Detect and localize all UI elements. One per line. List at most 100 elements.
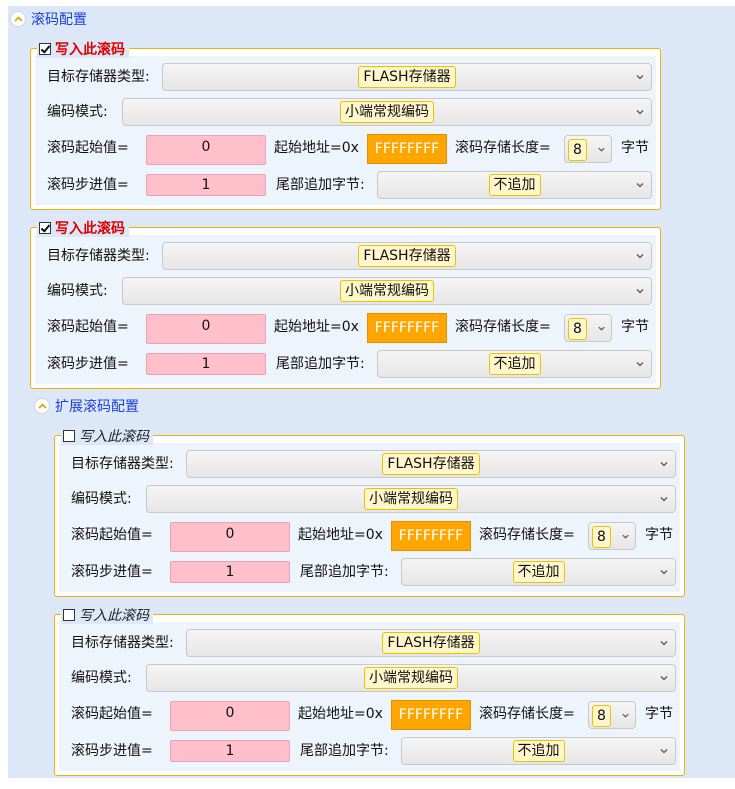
start-value-input[interactable]: 0 xyxy=(170,701,290,731)
start-label: 滚码起始值= xyxy=(47,140,129,156)
target-label: 目标存储器类型: xyxy=(71,456,174,472)
tail-select[interactable]: 不追加 xyxy=(401,737,676,765)
start-value-input[interactable]: 0 xyxy=(146,135,266,165)
tail-label: 尾部追加字节: xyxy=(300,743,389,759)
collapse-up-icon[interactable] xyxy=(10,11,26,27)
addr-label: 起始地址=0x xyxy=(298,527,383,543)
encode-select[interactable]: 小端常规编码 xyxy=(122,277,652,305)
addr-label: 起始地址=0x xyxy=(298,706,383,722)
len-value: 8 xyxy=(568,318,587,340)
rolling-code-group: 写入此滚码 目标存储器类型: FLASH存储器 编码模式: 小端常规编码 滚码起… xyxy=(30,40,661,210)
start-label: 滚码起始值= xyxy=(71,706,153,722)
step-value-input[interactable]: 1 xyxy=(170,740,290,762)
write-code-checkbox[interactable] xyxy=(39,222,51,234)
bytes-label: 字节 xyxy=(621,140,649,156)
start-label: 滚码起始值= xyxy=(71,527,153,543)
rolling-code-group: 写入此滚码 目标存储器类型: FLASH存储器 编码模式: 小端常规编码 滚码起… xyxy=(54,606,685,776)
len-label: 滚码存储长度= xyxy=(479,706,575,722)
start-label: 滚码起始值= xyxy=(47,319,129,335)
addr-value-input[interactable]: FFFFFFFF xyxy=(391,521,471,551)
chevron-down-icon xyxy=(622,713,629,718)
tail-value: 不追加 xyxy=(488,353,541,375)
chevron-down-icon xyxy=(636,183,644,188)
group-legend[interactable]: 写入此滚码 xyxy=(61,606,153,624)
target-select[interactable]: FLASH存储器 xyxy=(186,450,676,478)
group-legend[interactable]: 写入此滚码 xyxy=(37,40,129,58)
group-legend[interactable]: 写入此滚码 xyxy=(61,427,153,445)
ext-section-header[interactable]: 扩展滚码配置 xyxy=(34,396,139,416)
target-select[interactable]: FLASH存储器 xyxy=(162,63,652,91)
write-code-label: 写入此滚码 xyxy=(79,429,149,445)
len-value: 8 xyxy=(592,526,611,548)
tail-value: 不追加 xyxy=(512,740,565,762)
write-code-checkbox[interactable] xyxy=(63,430,75,442)
target-select[interactable]: FLASH存储器 xyxy=(186,629,676,657)
target-value: FLASH存储器 xyxy=(382,453,480,475)
len-label: 滚码存储长度= xyxy=(455,319,551,335)
len-select[interactable]: 8 xyxy=(588,701,636,729)
addr-value-input[interactable]: FFFFFFFF xyxy=(367,134,447,164)
main-section-title: 滚码配置 xyxy=(31,12,87,28)
len-label: 滚码存储长度= xyxy=(479,527,575,543)
chevron-down-icon xyxy=(636,362,644,367)
encode-select[interactable]: 小端常规编码 xyxy=(146,664,676,692)
step-label: 滚码步进值= xyxy=(47,177,129,193)
target-select[interactable]: FLASH存储器 xyxy=(162,242,652,270)
encode-label: 编码模式: xyxy=(47,104,108,120)
chevron-down-icon xyxy=(622,534,629,539)
start-value-input[interactable]: 0 xyxy=(146,314,266,344)
tail-value: 不追加 xyxy=(512,561,565,583)
step-label: 滚码步进值= xyxy=(71,743,153,759)
collapse-up-icon[interactable] xyxy=(34,398,50,414)
tail-select[interactable]: 不追加 xyxy=(377,350,652,378)
encode-label: 编码模式: xyxy=(71,491,132,507)
encode-value: 小端常规编码 xyxy=(364,667,458,689)
start-value-input[interactable]: 0 xyxy=(170,522,290,552)
step-value-input[interactable]: 1 xyxy=(146,353,266,375)
group-legend[interactable]: 写入此滚码 xyxy=(37,219,129,237)
len-value: 8 xyxy=(568,139,587,161)
tail-value: 不追加 xyxy=(488,174,541,196)
tail-label: 尾部追加字节: xyxy=(276,177,365,193)
len-value: 8 xyxy=(592,705,611,727)
bytes-label: 字节 xyxy=(621,319,649,335)
len-label: 滚码存储长度= xyxy=(455,140,551,156)
encode-select[interactable]: 小端常规编码 xyxy=(122,98,652,126)
encode-select[interactable]: 小端常规编码 xyxy=(146,485,676,513)
step-value-input[interactable]: 1 xyxy=(170,561,290,583)
chevron-down-icon xyxy=(660,676,668,681)
chevron-down-icon xyxy=(636,254,644,259)
tail-select[interactable]: 不追加 xyxy=(401,558,676,586)
step-label: 滚码步进值= xyxy=(71,564,153,580)
write-code-checkbox[interactable] xyxy=(63,609,75,621)
encode-value: 小端常规编码 xyxy=(364,488,458,510)
encode-label: 编码模式: xyxy=(71,670,132,686)
encode-value: 小端常规编码 xyxy=(340,101,434,123)
bytes-label: 字节 xyxy=(645,706,673,722)
chevron-down-icon xyxy=(660,749,668,754)
encode-value: 小端常规编码 xyxy=(340,280,434,302)
ext-section-title: 扩展滚码配置 xyxy=(55,399,139,415)
chevron-down-icon xyxy=(660,462,668,467)
len-select[interactable]: 8 xyxy=(588,522,636,550)
target-value: FLASH存储器 xyxy=(358,245,456,267)
tail-select[interactable]: 不追加 xyxy=(377,171,652,199)
step-value-input[interactable]: 1 xyxy=(146,174,266,196)
main-section-header[interactable]: 滚码配置 xyxy=(10,9,87,29)
addr-label: 起始地址=0x xyxy=(274,319,359,335)
write-code-label: 写入此滚码 xyxy=(55,42,125,58)
target-value: FLASH存储器 xyxy=(382,632,480,654)
chevron-down-icon xyxy=(660,570,668,575)
addr-value-input[interactable]: FFFFFFFF xyxy=(367,313,447,343)
write-code-label: 写入此滚码 xyxy=(79,608,149,624)
write-code-checkbox[interactable] xyxy=(39,43,51,55)
addr-label: 起始地址=0x xyxy=(274,140,359,156)
chevron-down-icon xyxy=(636,289,644,294)
len-select[interactable]: 8 xyxy=(564,135,612,163)
len-select[interactable]: 8 xyxy=(564,314,612,342)
encode-label: 编码模式: xyxy=(47,283,108,299)
target-label: 目标存储器类型: xyxy=(47,69,150,85)
target-value: FLASH存储器 xyxy=(358,66,456,88)
addr-value-input[interactable]: FFFFFFFF xyxy=(391,700,471,730)
chevron-down-icon xyxy=(636,110,644,115)
